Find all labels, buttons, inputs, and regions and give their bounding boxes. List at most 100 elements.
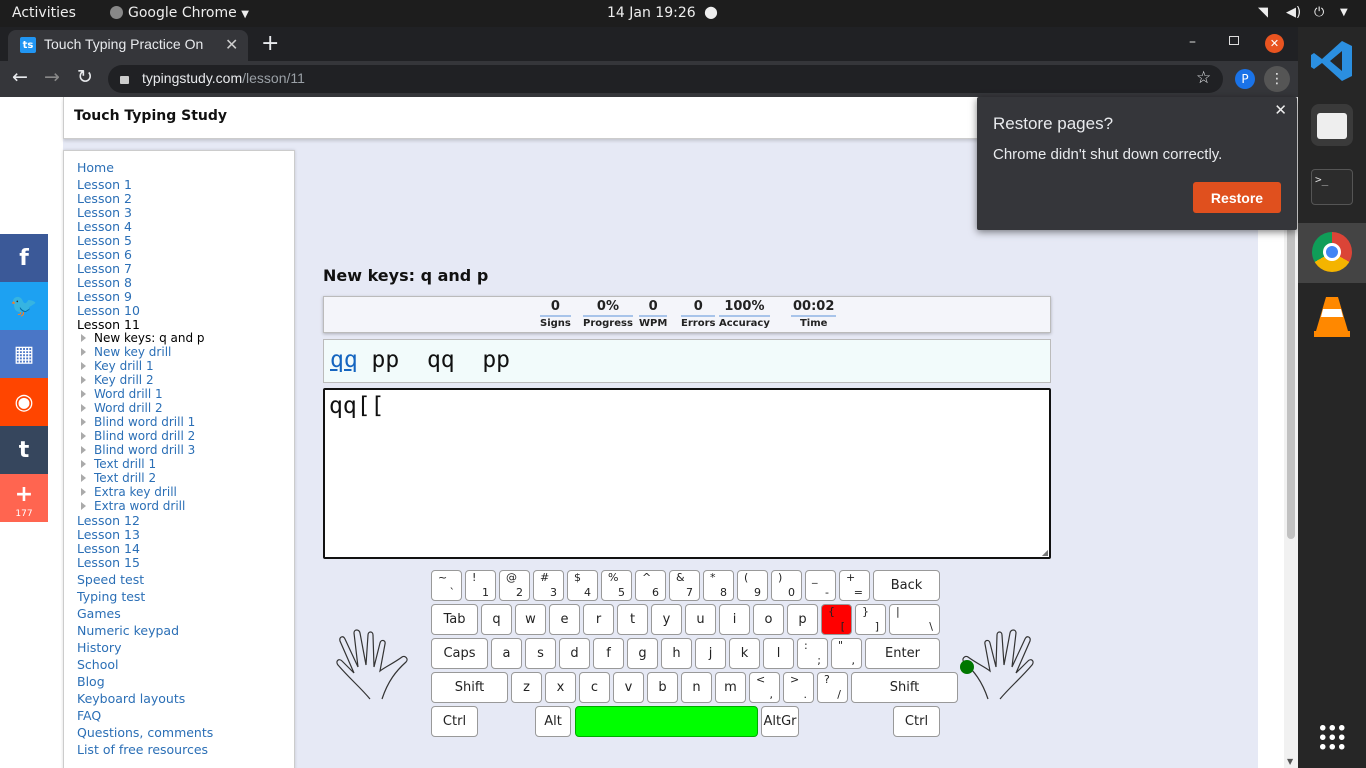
typing-input-area[interactable]: qq[[ ◢ (323, 388, 1051, 559)
reddit-share-button[interactable]: ◉ (0, 378, 48, 426)
facebook-share-button[interactable]: f (0, 234, 48, 282)
activities-button[interactable]: Activities (12, 5, 76, 21)
sidebar-link[interactable]: Questions, comments (77, 725, 213, 740)
key-=[interactable]: + = (839, 570, 870, 601)
close-window-icon[interactable]: ✕ (1265, 34, 1284, 53)
address-bar[interactable]: typingstudy.com/lesson/11 ☆ (108, 65, 1223, 93)
scroll-down-arrow-icon[interactable]: ▼ (1287, 757, 1293, 766)
key-[[interactable]: {[ (821, 604, 852, 635)
new-tab-icon[interactable]: + (261, 31, 279, 56)
reload-icon[interactable]: ↻ (77, 66, 93, 88)
key-5[interactable]: % 5 (601, 570, 632, 601)
key-y[interactable]: y (651, 604, 682, 635)
sidebar-link[interactable]: Blog (77, 674, 105, 689)
key-altgr[interactable]: AltGr (761, 706, 799, 737)
power-icon[interactable]: ⏻ (1314, 5, 1324, 20)
resize-handle-icon[interactable]: ◢ (1042, 548, 1048, 557)
key-shift[interactable]: Shift (431, 672, 508, 703)
key-k[interactable]: k (729, 638, 760, 669)
back-icon[interactable]: ← (12, 66, 28, 88)
key-shift[interactable]: Shift (851, 672, 958, 703)
sidebar-link[interactable]: School (77, 657, 119, 672)
terminal-icon[interactable]: >_ (1311, 169, 1353, 205)
key-2[interactable]: @2 (499, 570, 530, 601)
maximize-icon[interactable] (1229, 36, 1239, 45)
sidebar-link[interactable]: Lesson 8 (77, 275, 132, 290)
key-j[interactable]: j (695, 638, 726, 669)
key-z[interactable]: z (511, 672, 542, 703)
tab-close-icon[interactable]: ✕ (225, 35, 238, 54)
sidebar-link[interactable]: Lesson 12 (77, 513, 140, 528)
site-title[interactable]: Touch Typing Study (74, 108, 227, 124)
vlc-icon[interactable] (1312, 295, 1352, 339)
sidebar-link[interactable]: Lesson 7 (77, 261, 132, 276)
vscode-icon[interactable] (1310, 39, 1354, 83)
key-8[interactable]: * 8 (703, 570, 734, 601)
key-enter[interactable]: Enter (865, 638, 940, 669)
key-tab[interactable]: Tab (431, 604, 478, 635)
key-w[interactable]: w (515, 604, 546, 635)
key-/[interactable]: ? / (817, 672, 848, 703)
key-p[interactable]: p (787, 604, 818, 635)
forward-icon[interactable]: → (44, 66, 60, 88)
wifi-icon[interactable]: ◥ (1258, 5, 1268, 20)
browser-tab[interactable]: ts Touch Typing Practice On ✕ (8, 30, 248, 61)
key-l[interactable]: l (763, 638, 794, 669)
sidebar-link[interactable]: Games (77, 606, 121, 621)
sidebar-link[interactable]: Lesson 13 (77, 527, 140, 542)
key-7[interactable]: & 7 (669, 570, 700, 601)
key-n[interactable]: n (681, 672, 712, 703)
sidebar-link[interactable]: Lesson 3 (77, 205, 132, 220)
sidebar-link[interactable]: Numeric keypad (77, 623, 179, 638)
key-m[interactable]: m (715, 672, 746, 703)
key-f[interactable]: f (593, 638, 624, 669)
key-s[interactable]: s (525, 638, 556, 669)
key-o[interactable]: o (753, 604, 784, 635)
apps-share-button[interactable]: ▦ (0, 330, 48, 378)
sidebar-link[interactable]: Lesson 4 (77, 219, 132, 234)
key-t[interactable]: t (617, 604, 648, 635)
volume-icon[interactable]: ◀) (1286, 5, 1301, 20)
chrome-icon[interactable] (1312, 232, 1352, 272)
sidebar-link[interactable]: Typing test (77, 589, 145, 604)
bookmark-star-icon[interactable]: ☆ (1196, 68, 1211, 88)
key-;[interactable]: :; (797, 638, 828, 669)
sidebar-link[interactable]: Lesson 9 (77, 289, 132, 304)
key-a[interactable]: a (491, 638, 522, 669)
app-grid-icon[interactable] (1318, 723, 1346, 751)
sidebar-link[interactable]: Lesson 5 (77, 233, 132, 248)
key-4[interactable]: $4 (567, 570, 598, 601)
restore-button[interactable]: Restore (1193, 182, 1281, 213)
key-][interactable]: }] (855, 604, 886, 635)
key-caps[interactable]: Caps (431, 638, 488, 669)
key-v[interactable]: v (613, 672, 644, 703)
sidebar-link[interactable]: Lesson 14 (77, 541, 140, 556)
key-c[interactable]: c (579, 672, 610, 703)
key--[interactable]: _ - (805, 570, 836, 601)
key-h[interactable]: h (661, 638, 692, 669)
sidebar-link[interactable]: Lesson 2 (77, 191, 132, 206)
key-\[interactable]: | \ (889, 604, 940, 635)
sidebar-link[interactable]: Lesson 1 (77, 177, 132, 192)
sidebar-link[interactable]: Lesson 15 (77, 555, 140, 570)
sidebar-link[interactable]: Lesson 10 (77, 303, 140, 318)
files-icon[interactable] (1311, 104, 1353, 146)
key-alt[interactable]: Alt (535, 706, 571, 737)
key-.[interactable]: >. (783, 672, 814, 703)
key-d[interactable]: d (559, 638, 590, 669)
sidebar-link[interactable]: History (77, 640, 121, 655)
sidebar-link[interactable]: Keyboard layouts (77, 691, 185, 706)
key-b[interactable]: b (647, 672, 678, 703)
key-u[interactable]: u (685, 604, 716, 635)
sidebar-link[interactable]: Speed test (77, 572, 144, 587)
clock[interactable]: 14 Jan 19:26 (607, 5, 696, 21)
key-e[interactable]: e (549, 604, 580, 635)
sidebar-link[interactable]: FAQ (77, 708, 101, 723)
dialog-close-icon[interactable]: ✕ (1274, 101, 1287, 119)
sidebar-link[interactable]: List of free resources (77, 742, 208, 757)
key-,[interactable]: <, (749, 672, 780, 703)
sidebar-link[interactable]: Lesson 11 (77, 317, 140, 332)
key-3[interactable]: #3 (533, 570, 564, 601)
system-menu-caret-icon[interactable]: ▼ (1340, 7, 1348, 18)
sidebar-link[interactable]: Home (77, 160, 114, 175)
